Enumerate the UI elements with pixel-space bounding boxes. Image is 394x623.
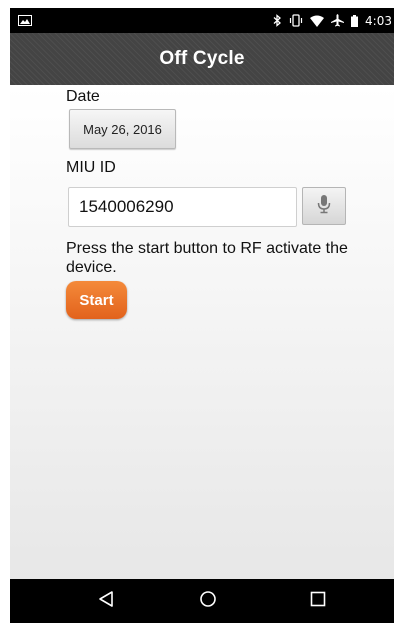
status-time: 4:03 — [365, 13, 392, 28]
wifi-icon — [310, 15, 325, 27]
nav-recents-button[interactable] — [304, 587, 332, 615]
nav-back-button[interactable] — [92, 587, 120, 615]
date-label: Date — [66, 88, 100, 105]
instruction-text: Press the start button to RF activate th… — [66, 240, 348, 276]
device-screen: 4:03 Off Cycle Date May 26, 2016 MIU ID … — [10, 8, 394, 623]
nav-home-button[interactable] — [194, 587, 222, 615]
status-bar: 4:03 — [10, 8, 394, 33]
main-content: Date May 26, 2016 MIU ID 1540006290 Pres… — [10, 85, 394, 579]
miu-id-label: MIU ID — [66, 159, 116, 176]
page-title: Off Cycle — [159, 48, 245, 69]
voice-input-button[interactable] — [302, 187, 346, 225]
battery-icon — [351, 14, 359, 27]
start-button[interactable]: Start — [66, 281, 127, 319]
vibrate-icon — [289, 14, 303, 27]
back-icon — [97, 590, 115, 613]
date-picker-button[interactable]: May 26, 2016 — [69, 109, 176, 149]
navigation-bar — [10, 579, 394, 623]
airplane-mode-icon — [331, 14, 345, 27]
image-notification-icon — [18, 15, 32, 26]
microphone-icon — [317, 194, 331, 219]
recents-icon — [309, 590, 327, 613]
home-icon — [199, 590, 217, 613]
app-bar: Off Cycle — [10, 33, 394, 85]
miu-id-input[interactable]: 1540006290 — [68, 187, 297, 227]
bluetooth-icon — [273, 14, 282, 27]
